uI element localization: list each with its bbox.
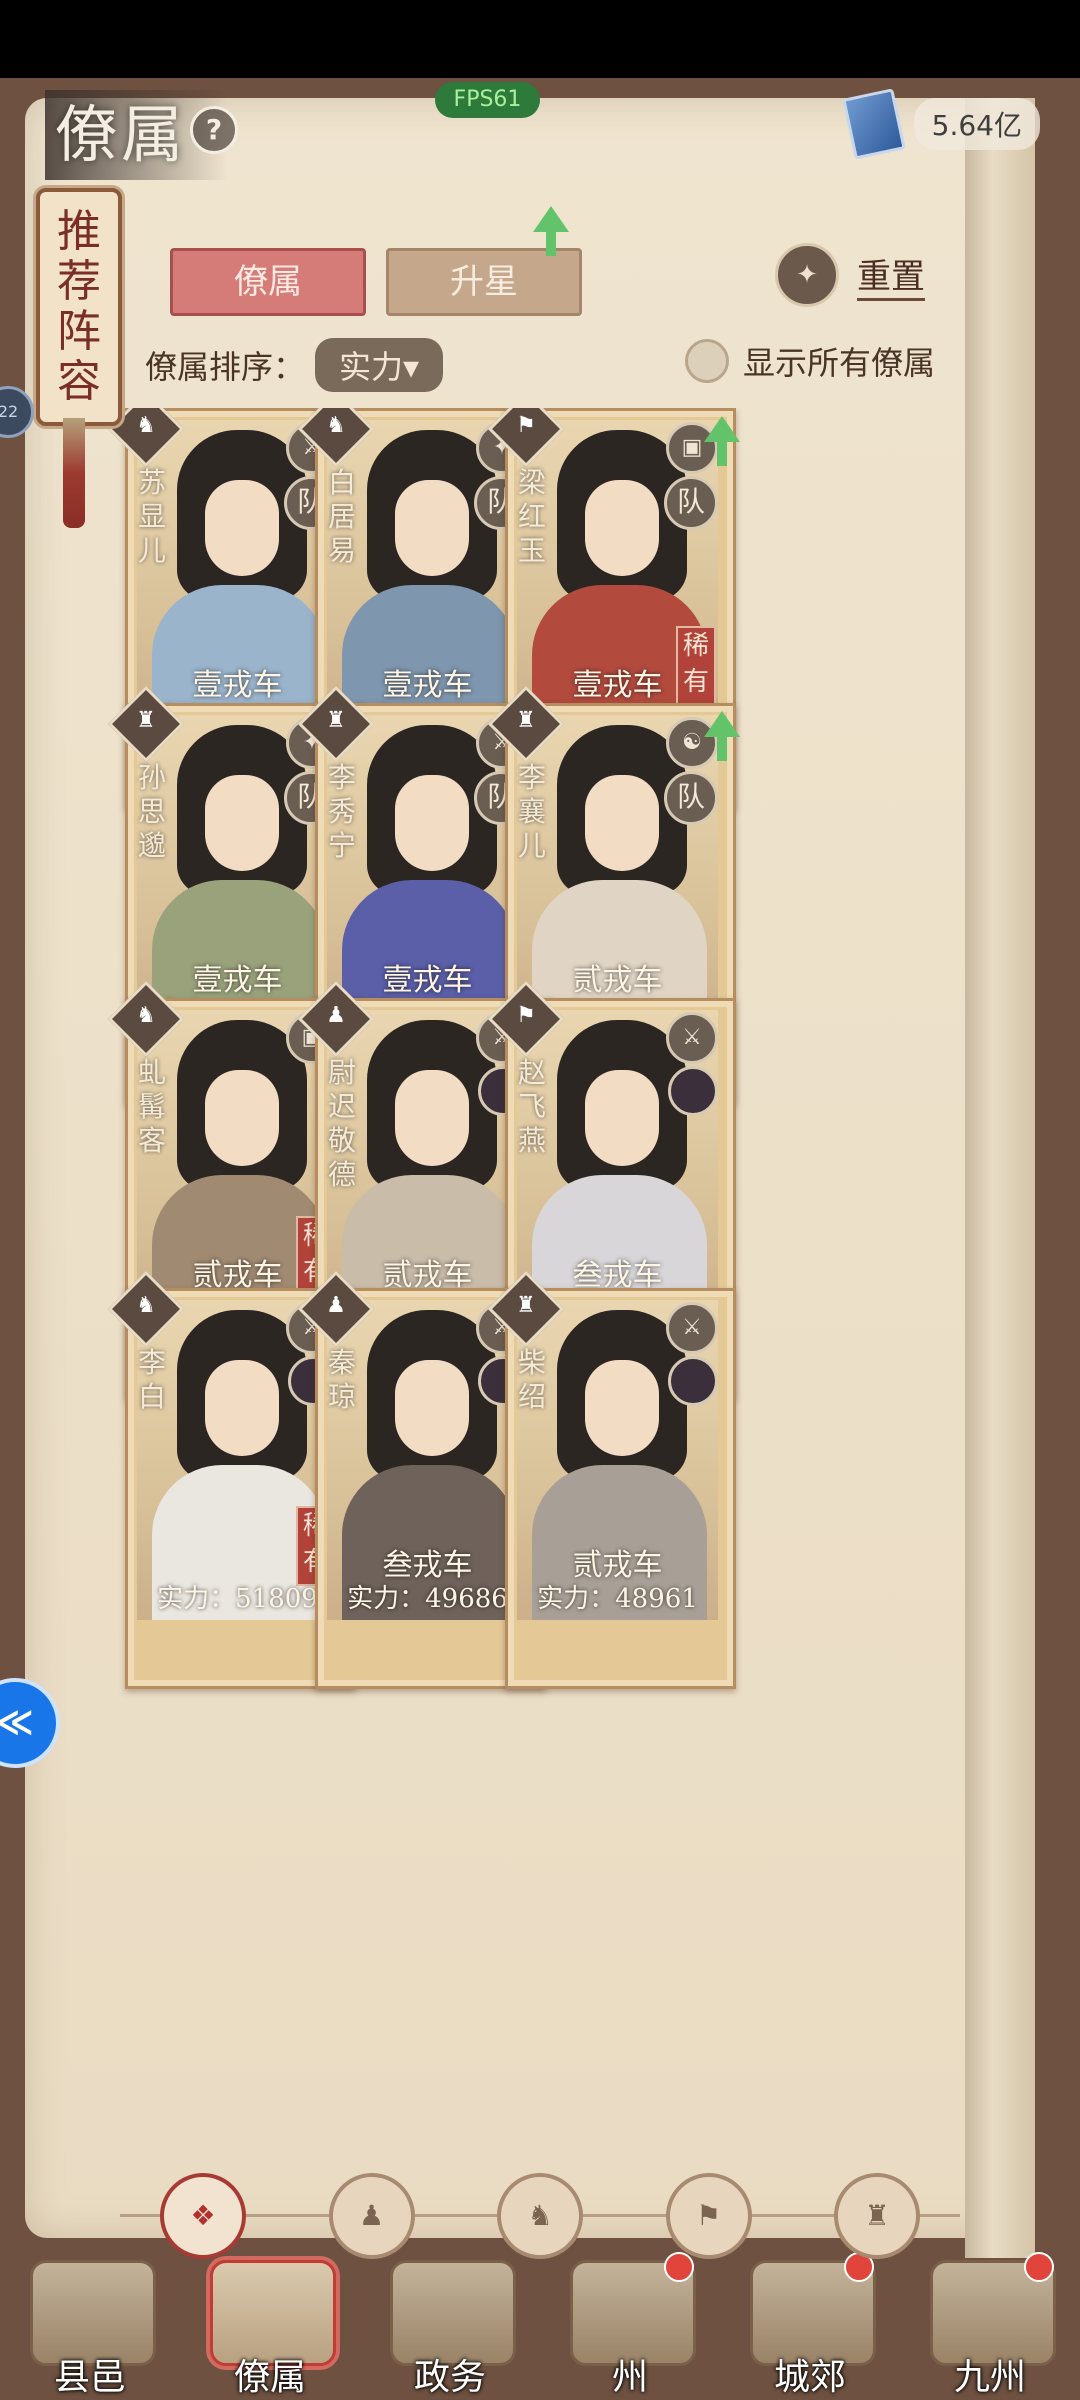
faction-glyph: ♞ [326, 413, 346, 439]
faction-glyph: ♜ [516, 708, 536, 734]
retainer-name: 孙思邈 [137, 761, 166, 862]
retainer-name: 梁红玉 [517, 466, 546, 567]
companion-avatar-icon [668, 1066, 718, 1116]
nav-item[interactable]: 僚属 [190, 2260, 350, 2400]
retainer-name: 虬髯客 [137, 1056, 166, 1157]
tab-bar: 僚属 升星 [170, 248, 582, 316]
nav-label: 州 [611, 2357, 648, 2398]
show-all-radio[interactable] [684, 339, 729, 383]
help-icon[interactable]: ? [190, 106, 238, 154]
portrait-face [585, 775, 659, 871]
notification-dot [664, 2252, 694, 2282]
tab-star-up[interactable]: 升星 [386, 248, 582, 316]
recommend-tag-char: 容 [57, 356, 101, 407]
sort-row: 僚属排序： 实力▾ [145, 338, 444, 392]
weapon-type-icon: ⚔ [666, 1302, 718, 1354]
recommended-lineup-button[interactable]: 推荐阵容 [36, 188, 122, 426]
portrait-face [395, 480, 469, 576]
nav-label: 县邑 [53, 2357, 126, 2398]
sort-label: 僚属排序： [145, 348, 306, 386]
nav-item[interactable]: 九州 [910, 2252, 1070, 2400]
portrait-face [585, 1360, 659, 1456]
retainer-name: 柴绍 [517, 1346, 546, 1413]
portrait-face [205, 1070, 279, 1166]
reset-icon: ✦ [775, 243, 839, 307]
nav-item[interactable]: 州 [550, 2252, 710, 2400]
nav-label: 政务 [413, 2357, 486, 2398]
portrait-face [205, 775, 279, 871]
show-all-toggle[interactable]: 显示所有僚属 [684, 338, 935, 384]
weapon-type-icon: ⚔ [666, 1012, 718, 1064]
faction-glyph: ♞ [136, 1003, 156, 1029]
portrait-face [395, 1360, 469, 1456]
nav-item[interactable]: 县邑 [10, 2260, 170, 2400]
faction-glyph: ♜ [326, 708, 346, 734]
retainer-name: 赵飞燕 [517, 1056, 546, 1157]
faction-glyph: ♜ [136, 708, 156, 734]
faction-filter-icon[interactable]: ♜ [834, 2173, 920, 2259]
faction-glyph: ♞ [136, 413, 156, 439]
faction-filter-icon[interactable]: ♟ [328, 2173, 415, 2259]
retainer-grid: ♞⚔队苏显儿壹戎车实力：13.1万♞✦队白居易壹戎车实力：71706⚑▣队梁红玉… [25, 408, 1035, 2158]
currency-display: 5.64亿 [841, 88, 1040, 160]
book-page: 僚属 升星 ✦ 重置 僚属排序： 实力▾ 显示所有僚属 ♞⚔队苏显儿壹戎车实力：… [25, 98, 1035, 2259]
fps-counter: FPS61 [435, 82, 540, 118]
retainer-name: 李白 [137, 1346, 166, 1413]
recommend-tag-char: 推 [57, 206, 101, 257]
portrait-face [585, 1070, 659, 1166]
team-badge: 队 [664, 476, 718, 530]
faction-filter-icon[interactable]: ⚑ [665, 2173, 752, 2259]
notification-dot [1024, 2252, 1054, 2282]
currency-value: 5.64亿 [913, 98, 1040, 150]
reset-label: 重置 [857, 249, 925, 301]
show-all-label: 显示所有僚属 [742, 344, 935, 382]
upgrade-arrow-icon [704, 711, 740, 761]
upgrade-arrow-icon [704, 416, 740, 466]
retainer-name: 李秀宁 [327, 761, 356, 862]
status-bar [0, 0, 1080, 78]
retainer-name: 秦琼 [327, 1346, 356, 1413]
faction-filter-icon[interactable]: ♞ [497, 2173, 583, 2259]
portrait-face [395, 1070, 469, 1166]
nav-label: 九州 [953, 2357, 1026, 2398]
nav-label: 僚属 [233, 2357, 306, 2398]
faction-glyph: ♟ [326, 1293, 346, 1319]
portrait-face [585, 480, 659, 576]
retainer-power: 实力：48961 [537, 1584, 698, 1614]
nav-label: 城郊 [773, 2357, 846, 2398]
faction-glyph: ⚑ [516, 1003, 536, 1029]
faction-filter-icon[interactable]: ❖ [160, 2173, 246, 2259]
retainer-card[interactable]: ♜ ⚔ 柴绍 贰戎车 实力：48961 [487, 1270, 736, 1689]
portrait-face [205, 480, 279, 576]
tassel-decoration [63, 418, 85, 528]
companion-avatar-icon [668, 1356, 718, 1406]
faction-filter-bar: ❖ ♟ ♞ ⚑ ♜ [120, 2173, 960, 2259]
recommend-tag-char: 荐 [57, 256, 101, 307]
tab-retainers[interactable]: 僚属 [170, 248, 366, 316]
faction-glyph: ♞ [136, 1293, 156, 1319]
retainer-name: 白居易 [327, 466, 356, 567]
faction-glyph: ♟ [326, 1003, 346, 1029]
retainer-name: 苏显儿 [137, 466, 166, 567]
reset-button[interactable]: ✦ 重置 [775, 243, 925, 307]
bottom-nav: 县邑 僚属 政务 州 城郊 九州 [0, 2252, 1080, 2400]
game-scene: 僚属 升星 ✦ 重置 僚属排序： 实力▾ 显示所有僚属 ♞⚔队苏显儿壹戎车实力：… [0, 78, 1080, 2400]
upgrade-arrow-icon [533, 206, 569, 256]
faction-glyph: ♜ [516, 1293, 536, 1319]
book-icon [841, 88, 906, 160]
retainer-name: 尉迟敬德 [327, 1056, 356, 1191]
portrait-face [395, 775, 469, 871]
nav-item[interactable]: 政务 [370, 2260, 530, 2400]
recommend-tag-char: 阵 [57, 306, 101, 357]
team-badge: 队 [664, 771, 718, 825]
sort-dropdown[interactable]: 实力▾ [315, 338, 444, 392]
faction-glyph: ⚑ [516, 413, 536, 439]
nav-item[interactable]: 城郊 [730, 2252, 890, 2400]
portrait-face [205, 1360, 279, 1456]
retainer-name: 李襄儿 [517, 761, 546, 862]
